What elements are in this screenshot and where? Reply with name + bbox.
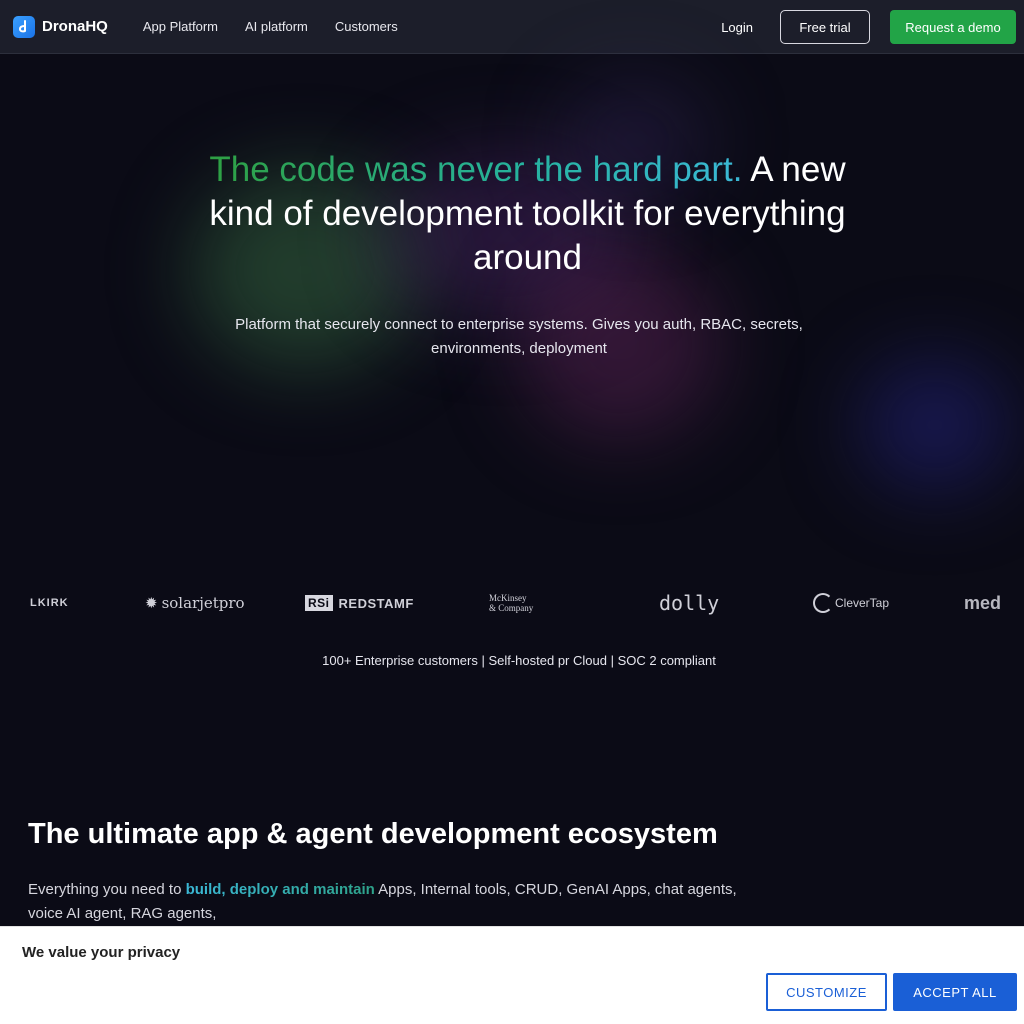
logo-redstamp: RSi REDSTAMF bbox=[305, 585, 414, 621]
logo-solarjetpro-text: solarjetpro bbox=[161, 594, 245, 612]
sun-icon: ✹ bbox=[145, 594, 158, 612]
rsi-badge: RSi bbox=[305, 595, 333, 611]
nav-link-ai-platform[interactable]: AI platform bbox=[245, 19, 308, 34]
stats-line: 100+ Enterprise customers | Self-hosted … bbox=[322, 653, 716, 668]
logo-clevertap: CleverTap bbox=[813, 585, 889, 621]
request-demo-button[interactable]: Request a demo bbox=[890, 10, 1016, 44]
login-link[interactable]: Login bbox=[721, 20, 753, 35]
brand-logo[interactable]: DronaHQ bbox=[13, 15, 108, 38]
logo-mckinsey-line1: McKinsey bbox=[489, 593, 527, 603]
logo-clevertap-text: CleverTap bbox=[835, 596, 890, 610]
cookie-accept-all-button[interactable]: ACCEPT ALL bbox=[893, 973, 1017, 1011]
ecosystem-desc-before: Everything you need to bbox=[28, 881, 186, 898]
hero-glow-blue bbox=[860, 360, 1010, 490]
hero-title-highlight: The code was never the hard part. bbox=[209, 150, 743, 189]
logo-solarjetpro: ✹ solarjetpro bbox=[145, 585, 245, 621]
clevertap-ring-icon bbox=[813, 593, 833, 613]
nav-link-app-platform[interactable]: App Platform bbox=[143, 19, 218, 34]
logo-dolly: dolly bbox=[659, 591, 720, 615]
ecosystem-title: The ultimate app & agent development eco… bbox=[28, 818, 718, 850]
cookie-title: We value your privacy bbox=[22, 944, 181, 961]
logo-mckinsey: McKinsey & Company bbox=[489, 585, 533, 621]
nav-actions: Login Free trial Request a demo bbox=[721, 10, 1016, 44]
nav-link-customers[interactable]: Customers bbox=[335, 19, 398, 34]
cookie-customize-button[interactable]: CUSTOMIZE bbox=[766, 973, 887, 1011]
logo-redstamp-text: REDSTAMF bbox=[338, 595, 414, 611]
nav-links: App Platform AI platform Customers bbox=[143, 19, 425, 34]
ecosystem-desc-highlight: build, deploy and maintain bbox=[185, 881, 375, 898]
dronahq-logo-icon bbox=[13, 15, 35, 38]
hero-subtitle: Platform that securely connect to enterp… bbox=[235, 316, 803, 357]
top-nav: DronaHQ App Platform AI platform Custome… bbox=[0, 0, 1024, 54]
logo-med: med bbox=[964, 592, 1002, 613]
free-trial-button[interactable]: Free trial bbox=[780, 10, 870, 44]
ecosystem-description: Everything you need to build, deploy and… bbox=[28, 878, 758, 926]
hero-title: The code was never the hard part. A new … bbox=[180, 148, 875, 280]
logo-kirk: LKIRK bbox=[30, 597, 69, 609]
brand-name: DronaHQ bbox=[42, 18, 108, 35]
customer-logos: LKIRK ✹ solarjetpro RSi REDSTAMF McKinse… bbox=[0, 585, 1024, 621]
logo-mckinsey-line2: & Company bbox=[489, 603, 534, 613]
cookie-banner: We value your privacy CUSTOMIZE ACCEPT A… bbox=[0, 926, 1024, 1024]
